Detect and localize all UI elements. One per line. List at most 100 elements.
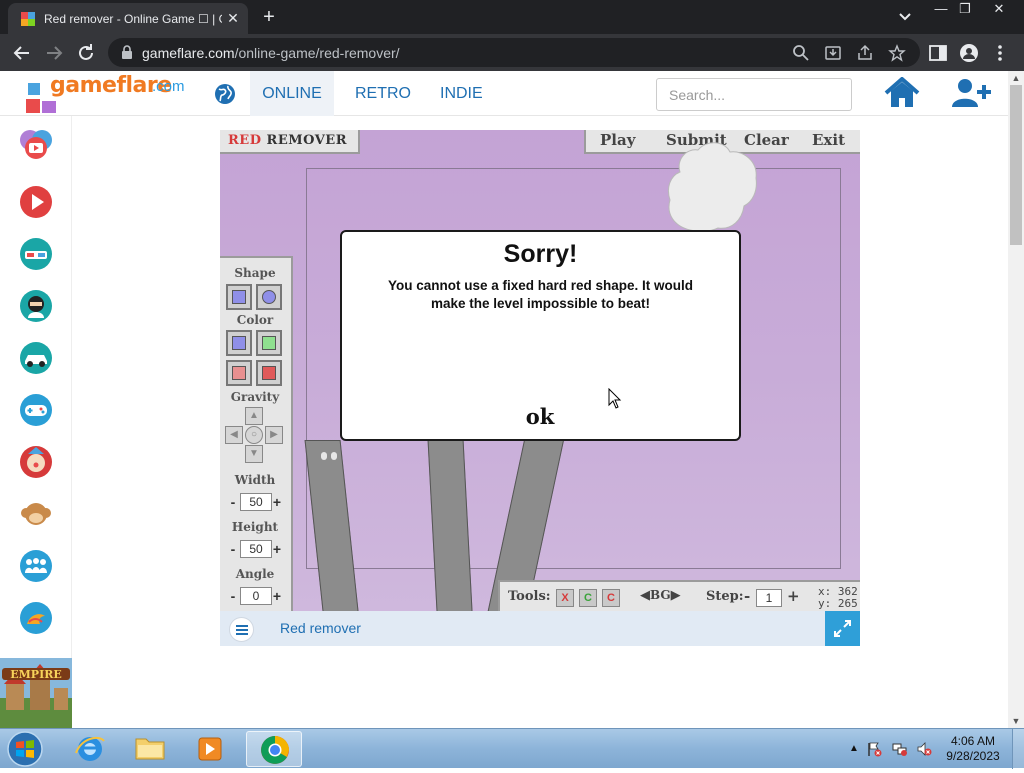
url-text[interactable]: gameflare.com/online-game/red-remover/ <box>142 44 400 62</box>
chrome-taskbar-button[interactable] <box>246 731 302 767</box>
car-icon[interactable] <box>18 340 54 376</box>
gamepad-icon[interactable] <box>18 392 54 428</box>
copy-green-tool-button[interactable]: C <box>579 589 597 607</box>
browser-tab[interactable]: Red remover - Online Game ☐ | G ✕ <box>8 3 248 34</box>
eye-icon <box>331 452 337 460</box>
gravity-left-icon[interactable]: ◀ <box>225 426 243 444</box>
step-input[interactable]: 1 <box>756 589 782 607</box>
monkey-icon[interactable] <box>18 496 54 532</box>
profile-icon[interactable] <box>959 43 979 63</box>
width-input[interactable]: 50 <box>240 493 272 511</box>
game-canvas[interactable]: RED REMOVER Play Submit Clear Exit Shape… <box>220 130 860 611</box>
angle-stepper: - 0 + <box>228 587 288 605</box>
height-increase-button[interactable]: + <box>272 540 282 558</box>
game-play-button[interactable]: Play <box>600 131 635 149</box>
height-decrease-button[interactable]: - <box>228 540 238 558</box>
restore-window-icon[interactable]: ❐ <box>950 0 980 20</box>
height-input[interactable]: 50 <box>240 540 272 558</box>
people-icon[interactable] <box>18 548 54 584</box>
network-icon[interactable] <box>892 741 908 757</box>
youtube-icon[interactable] <box>18 126 54 162</box>
show-hidden-icons-icon[interactable]: ▲ <box>846 741 862 757</box>
add-user-icon[interactable] <box>950 77 992 109</box>
internet-explorer-taskbar-button[interactable] <box>62 731 118 767</box>
copy-red-tool-button[interactable]: C <box>602 589 620 607</box>
square-shape-button[interactable] <box>226 284 252 310</box>
angle-decrease-button[interactable]: - <box>228 587 238 605</box>
action-center-flag-icon[interactable] <box>866 741 882 757</box>
bird-icon[interactable] <box>18 600 54 636</box>
width-increase-button[interactable]: + <box>272 493 282 511</box>
green-color-button[interactable] <box>256 330 282 356</box>
gravity-down-icon[interactable]: ▼ <box>245 445 263 463</box>
gravity-right-icon[interactable]: ▶ <box>265 426 283 444</box>
zoom-search-icon[interactable] <box>792 44 810 62</box>
volume-muted-icon[interactable] <box>916 741 932 757</box>
light-red-color-button[interactable] <box>226 360 252 386</box>
browser-toolbar: gameflare.com/online-game/red-remover/ <box>0 34 1024 71</box>
home-icon[interactable] <box>884 77 920 109</box>
blue-color-button[interactable] <box>226 330 252 356</box>
step-increase-button[interactable]: + <box>787 587 800 605</box>
bg-switcher[interactable]: ◀BG▶ <box>640 588 681 603</box>
site-search-input[interactable] <box>656 78 852 111</box>
cloud-shape <box>667 142 757 232</box>
game-menu-icon[interactable] <box>229 617 254 642</box>
nav-online-tab[interactable]: ONLINE <box>250 71 334 116</box>
windows-start-icon[interactable] <box>4 730 46 768</box>
nav-indie-tab[interactable]: INDIE <box>440 71 483 116</box>
fullscreen-icon[interactable] <box>825 611 860 646</box>
file-explorer-taskbar-button[interactable] <box>122 731 178 767</box>
share-icon[interactable] <box>856 44 874 62</box>
coord-y: y: 265 <box>818 597 858 610</box>
ninja-icon[interactable] <box>18 288 54 324</box>
tab-close-icon[interactable]: ✕ <box>224 9 242 27</box>
angle-label: Angle <box>235 567 275 581</box>
taskbar-clock[interactable]: 4:06 AM 9/28/2023 <box>938 734 1008 764</box>
address-bar[interactable]: gameflare.com/online-game/red-remover/ <box>108 38 920 67</box>
close-window-icon[interactable]: ✕ <box>984 0 1014 20</box>
gravity-up-icon[interactable]: ▲ <box>245 407 263 425</box>
site-header: gameflare .com ONLINE RETRO INDIE <box>0 71 1008 116</box>
new-tab-icon[interactable]: + <box>258 6 280 28</box>
angle-increase-button[interactable]: + <box>272 587 282 605</box>
clown-icon[interactable] <box>18 444 54 480</box>
height-stepper: - 50 + <box>228 540 288 558</box>
dialog-ok-button[interactable]: ok <box>514 404 566 430</box>
play-icon[interactable] <box>18 184 54 220</box>
page-scrollbar[interactable]: ▲ ▼ <box>1008 71 1024 728</box>
show-desktop-button[interactable] <box>1012 729 1024 769</box>
eye-icon <box>321 452 327 460</box>
game-title-box: RED REMOVER <box>220 130 360 154</box>
step-decrease-button[interactable]: - <box>744 587 750 605</box>
install-app-icon[interactable] <box>824 44 842 62</box>
nav-retro-tab[interactable]: RETRO <box>355 71 411 116</box>
side-panel-icon[interactable] <box>928 43 948 63</box>
reload-icon[interactable] <box>74 41 98 65</box>
lock-icon[interactable] <box>120 45 134 60</box>
chrome-icon <box>261 736 289 764</box>
more-menu-icon[interactable] <box>990 43 1010 63</box>
tab-search-chevron-icon[interactable] <box>894 7 916 27</box>
scroll-thumb[interactable] <box>1010 85 1022 245</box>
forward-icon[interactable] <box>42 41 66 65</box>
back-icon[interactable] <box>10 41 34 65</box>
gravity-none-icon[interactable]: ○ <box>245 426 263 444</box>
media-player-taskbar-button[interactable] <box>182 731 238 767</box>
3d-glasses-icon[interactable] <box>18 236 54 272</box>
red-color-button[interactable] <box>256 360 282 386</box>
site-logo-suffix[interactable]: .com <box>152 78 185 95</box>
globe-language-icon[interactable] <box>214 83 236 105</box>
delete-tool-button[interactable]: X <box>556 589 574 607</box>
error-dialog: Sorry! You cannot use a fixed hard red s… <box>340 230 741 441</box>
width-decrease-button[interactable]: - <box>228 493 238 511</box>
angle-input[interactable]: 0 <box>240 587 272 605</box>
game-exit-button[interactable]: Exit <box>812 131 845 149</box>
step-label: Step: <box>706 589 744 604</box>
shape-label: Shape <box>234 266 276 280</box>
empire-game-ad[interactable]: EMPIRE <box>0 658 72 728</box>
scroll-down-icon[interactable]: ▼ <box>1008 714 1024 728</box>
circle-shape-button[interactable] <box>256 284 282 310</box>
scroll-up-icon[interactable]: ▲ <box>1008 71 1024 85</box>
bookmark-star-icon[interactable] <box>888 44 906 62</box>
